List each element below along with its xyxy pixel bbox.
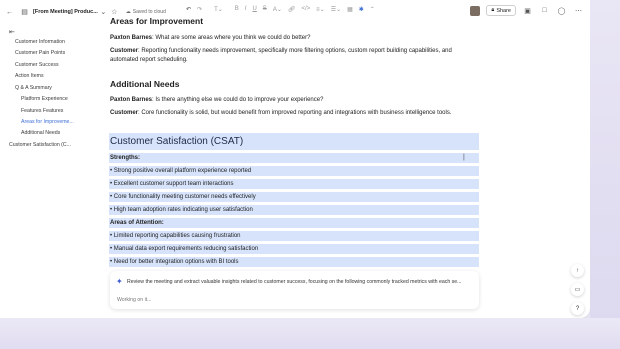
- sidebar-item-action-items[interactable]: Action Items: [15, 73, 44, 79]
- table-icon[interactable]: ▦: [347, 6, 353, 13]
- speaker-name: Paxton Barnes: [110, 35, 153, 41]
- strengths-label-row: Strengths:: [109, 153, 479, 163]
- list-item: • Core functionality meeting customer ne…: [109, 192, 479, 202]
- globe-icon[interactable]: ◯: [556, 5, 567, 16]
- comments-button[interactable]: ▭: [571, 283, 584, 296]
- sidebar-item-areas-for-improvement[interactable]: Areas for Improveme...: [21, 119, 74, 125]
- undo-icon[interactable]: ↶: [186, 6, 191, 13]
- list-item: • Strong positive overall platform exper…: [109, 166, 479, 176]
- app-window: ← ▤ [From Meeting] Produc... ⌄ ☆ ☁ Saved…: [0, 0, 590, 318]
- background-right: [590, 0, 620, 349]
- format-toolbar: ↶ ↷ T⌄ B I U S A⌄ 🔗︎ </> ≡⌄ ☰⌄ ▦ ✱ ⌃: [186, 6, 375, 13]
- attention-label: Areas of Attention:: [110, 220, 164, 226]
- text-cursor-icon: |: [463, 154, 465, 161]
- share-label: Share: [496, 7, 511, 14]
- attention-label-row: Areas of Attention:: [109, 218, 479, 228]
- cloud-icon: ☁: [125, 9, 131, 15]
- more-format-icon[interactable]: ⌃: [370, 6, 375, 13]
- strength-text: • Strong positive overall platform exper…: [110, 168, 252, 174]
- right-tools: 🔒︎ Share ▣ □ ◯ ⋯: [470, 5, 584, 16]
- strength-text: • High team adoption rates indicating us…: [110, 207, 253, 213]
- collapse-sidebar-icon[interactable]: ⇤: [9, 28, 15, 36]
- prompt-text: Review the meeting and extract valuable …: [127, 279, 462, 285]
- text-style-icon[interactable]: T⌄: [214, 6, 223, 13]
- redo-icon[interactable]: ↷: [197, 6, 202, 13]
- more-options-icon[interactable]: ⋯: [573, 5, 584, 16]
- link-icon[interactable]: 🔗︎: [288, 6, 296, 13]
- sidebar-item-features[interactable]: Features Features: [21, 108, 63, 114]
- saved-label: Saved to cloud: [132, 9, 166, 15]
- list-item: • Manual data export requirements reduci…: [109, 244, 479, 254]
- strengths-label: Strengths:: [110, 155, 140, 161]
- bold-icon[interactable]: B: [235, 6, 239, 13]
- comment-icon[interactable]: □: [539, 5, 550, 16]
- back-arrow-icon[interactable]: ←: [4, 7, 15, 18]
- strikethrough-icon[interactable]: S: [263, 6, 267, 13]
- working-status: Working on it...: [117, 297, 152, 303]
- question-2: Paxton Barnes: Is there anything else we…: [110, 96, 470, 105]
- comment-icon: ▭: [574, 287, 581, 293]
- list-item: • Excellent customer support team intera…: [109, 179, 479, 189]
- avatar[interactable]: [470, 5, 481, 16]
- font-color-icon[interactable]: A⌄: [273, 6, 282, 13]
- sidebar-item-additional-needs[interactable]: Additional Needs: [21, 130, 60, 136]
- attention-text: • Need for better integration options wi…: [110, 259, 239, 265]
- ai-prompt-card[interactable]: ✦ Review the meeting and extract valuabl…: [110, 271, 479, 309]
- list-item: • High team adoption rates indicating us…: [109, 205, 479, 215]
- question-text: : Is there anything else we could do to …: [152, 97, 324, 103]
- code-icon[interactable]: </>: [301, 6, 310, 13]
- underline-icon[interactable]: U: [252, 6, 256, 13]
- list-item: • Limited reporting capabilities causing…: [109, 231, 479, 241]
- list-icon[interactable]: ≡⌄: [316, 6, 325, 13]
- video-icon[interactable]: ▣: [522, 5, 533, 16]
- list-item: • Need for better integration options wi…: [109, 257, 479, 267]
- strength-text: • Excellent customer support team intera…: [110, 181, 234, 187]
- document-icon: ▤: [21, 9, 28, 16]
- chevron-down-icon[interactable]: ⌄: [98, 7, 109, 18]
- speaker-name: Customer: [110, 48, 139, 54]
- answer-2: Customer: Core functionality is solid, b…: [110, 109, 470, 118]
- doc-title[interactable]: [From Meeting] Produc...: [33, 9, 98, 15]
- italic-icon[interactable]: I: [245, 6, 247, 13]
- answer-text: : Reporting functionality needs improvem…: [110, 48, 452, 63]
- speaker-name: Paxton Barnes: [110, 97, 153, 103]
- attention-text: • Limited reporting capabilities causing…: [110, 233, 241, 239]
- background-bottom: [0, 318, 620, 349]
- question-1: Paxton Barnes: What are some areas where…: [110, 34, 470, 43]
- sparkle-icon: ✦: [116, 277, 123, 286]
- heading-areas-for-improvement: Areas for Improvement: [110, 16, 204, 26]
- speaker-name: Customer: [110, 110, 139, 116]
- sidebar-item-qa-summary[interactable]: Q & A Summary: [15, 85, 52, 91]
- answer-1: Customer: Reporting functionality needs …: [110, 47, 470, 65]
- arrow-up-icon: ↑: [576, 267, 579, 274]
- sidebar-item-platform-experience[interactable]: Platform Experience: [21, 96, 68, 102]
- sidebar-item-customer-satisfaction[interactable]: Customer Satisfaction (C...: [9, 142, 71, 148]
- ai-icon[interactable]: ✱: [359, 6, 364, 13]
- sidebar-item-customer-success[interactable]: Customer Success: [15, 62, 59, 68]
- lock-icon: 🔒︎: [491, 7, 495, 13]
- help-icon: ?: [575, 305, 580, 312]
- sidebar-item-customer-pain-points[interactable]: Customer Pain Points: [15, 50, 65, 56]
- align-icon[interactable]: ☰⌄: [331, 6, 341, 13]
- strength-text: • Core functionality meeting customer ne…: [110, 194, 256, 200]
- sidebar-item-customer-information[interactable]: Customer Information: [15, 39, 65, 45]
- attention-text: • Manual data export requirements reduci…: [110, 246, 259, 252]
- scroll-top-button[interactable]: ↑: [571, 264, 584, 277]
- csat-heading: Customer Satisfaction (CSAT): [109, 133, 479, 150]
- save-status: ☁ Saved to cloud: [126, 9, 166, 15]
- share-button[interactable]: 🔒︎ Share: [486, 5, 516, 16]
- help-button[interactable]: ?: [571, 302, 584, 315]
- csat-title: Customer Satisfaction (CSAT): [110, 136, 244, 147]
- answer-text: : Core functionality is solid, but would…: [138, 110, 452, 116]
- heading-additional-needs: Additional Needs: [110, 79, 180, 89]
- question-text: : What are some areas where you think we…: [152, 35, 311, 41]
